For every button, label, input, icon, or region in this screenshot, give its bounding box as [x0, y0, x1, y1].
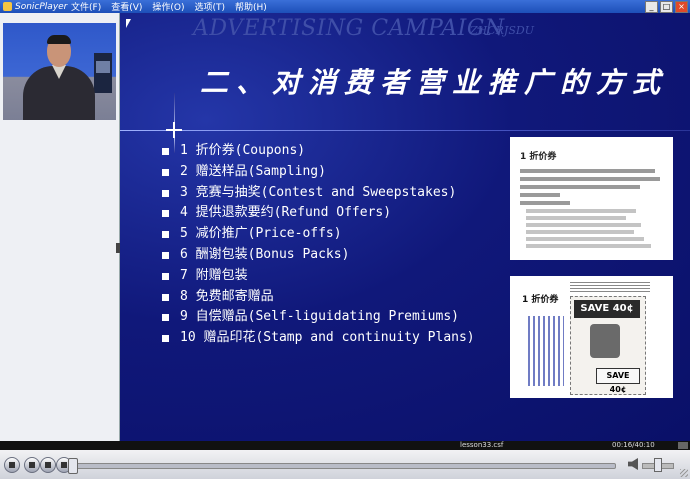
mouse-cursor-icon [126, 19, 131, 28]
stop-icon [29, 462, 35, 468]
list-item: 3 竞赛与抽奖(Contest and Sweepstakes) [160, 183, 475, 204]
text-line [526, 216, 626, 220]
pause-icon [9, 462, 15, 468]
slide-title: 二、对消费者营业推广的方式 [200, 66, 669, 99]
text-line [520, 193, 560, 197]
coupon-side-text [528, 316, 564, 386]
menu-bar: 文件(F) 查看(V) 操作(O) 选项(T) 帮助(H) [71, 0, 267, 13]
text-line [526, 244, 651, 248]
seek-bar[interactable] [74, 463, 616, 469]
doc-card-title: 1 折价券 [520, 152, 557, 162]
list-item: 4 提供退款要约(Refund Offers) [160, 203, 475, 224]
previous-button[interactable] [40, 457, 56, 473]
next-icon [61, 462, 67, 468]
app-icon [3, 2, 12, 11]
decorative-line [120, 130, 690, 131]
menu-help[interactable]: 帮助(H) [235, 0, 267, 13]
menu-view[interactable]: 查看(V) [111, 0, 142, 13]
signal-icon [678, 442, 688, 449]
sparkle-icon [166, 122, 182, 138]
jar-image [590, 324, 620, 358]
text-line [520, 185, 640, 189]
coupon-example-image: 1 折价券 SAVE 40¢ SAVE 40¢ [510, 276, 673, 398]
text-line [526, 209, 636, 213]
text-line [526, 223, 641, 227]
text-line [520, 177, 660, 181]
list-item: 10 赠品印花(Stamp and continuity Plans) [160, 328, 475, 349]
player-controls [0, 450, 690, 479]
list-item: 1 折价券(Coupons) [160, 141, 475, 162]
list-item: 8 免费邮寄赠品 [160, 287, 475, 308]
coupon-caption [570, 282, 650, 292]
presenter-hair [47, 35, 71, 44]
list-item: 5 减价推广(Price-offs) [160, 224, 475, 245]
playback-time: 00:16/40:10 [612, 441, 655, 449]
menu-action[interactable]: 操作(O) [152, 0, 184, 13]
seek-thumb[interactable] [68, 458, 78, 474]
menu-file[interactable]: 文件(F) [71, 0, 101, 13]
webcam-video [3, 23, 116, 120]
close-button[interactable]: × [675, 0, 688, 13]
list-item: 9 自偿赠品(Self-liguidating Premiums) [160, 307, 475, 328]
maximize-button[interactable]: □ [660, 0, 673, 13]
list-item: 7 附赠包装 [160, 266, 475, 287]
list-item: 6 酬谢包装(Bonus Packs) [160, 245, 475, 266]
coupon-notes-image: 1 折价券 [510, 137, 673, 260]
stop-button[interactable] [24, 457, 40, 473]
resize-grip[interactable] [680, 469, 688, 477]
text-line [520, 201, 570, 205]
coupon-card-title: 1 折价券 [522, 295, 559, 305]
minimize-button[interactable]: _ [645, 0, 658, 13]
previous-icon [45, 462, 51, 468]
promotion-list: 1 折价券(Coupons) 2 赠送样品(Sampling) 3 竞赛与抽奖(… [160, 141, 475, 349]
coupon-save-badge: SAVE 40¢ [596, 368, 640, 394]
volume-thumb[interactable] [654, 458, 662, 472]
slide-area: ADVERTISING CAMPAIGN ZHCRJSDU 二、对消费者营业推广… [120, 13, 690, 441]
coupon-save-label: SAVE 40¢ [574, 300, 640, 318]
slide-watermark-sub: ZHCRJSDU [470, 24, 534, 37]
text-line [520, 169, 655, 173]
left-panel [0, 13, 120, 441]
status-bar: lesson33.csf 00:16/40:10 [0, 441, 690, 450]
file-name: lesson33.csf [460, 441, 504, 449]
speaker-icon[interactable] [628, 458, 638, 470]
menu-options[interactable]: 选项(T) [195, 0, 226, 13]
text-line [526, 230, 634, 234]
window-controls: _ □ × [645, 0, 688, 13]
app-name: SonicPlayer [15, 1, 68, 12]
slide-watermark: ADVERTISING CAMPAIGN [193, 16, 505, 41]
background-shelf [94, 53, 112, 93]
pause-button[interactable] [4, 457, 20, 473]
list-item: 2 赠送样品(Sampling) [160, 162, 475, 183]
title-bar: SonicPlayer 文件(F) 查看(V) 操作(O) 选项(T) 帮助(H… [0, 0, 690, 13]
text-line [526, 237, 644, 241]
background-monitor [96, 61, 110, 73]
